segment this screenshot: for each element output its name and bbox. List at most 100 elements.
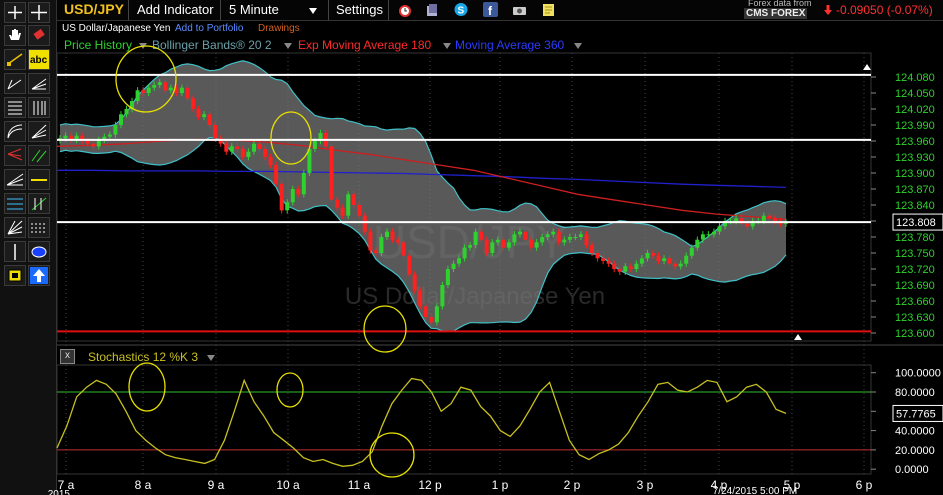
candle-body — [440, 285, 445, 307]
y-tick-label: 123.930 — [895, 152, 935, 164]
candle-body — [340, 207, 345, 216]
candle-body — [362, 215, 367, 232]
candle-body — [490, 242, 495, 253]
candle-body — [712, 231, 716, 235]
candle-body — [146, 87, 151, 93]
candle-body — [578, 234, 583, 237]
candle-body — [207, 114, 212, 125]
candle-body — [91, 143, 96, 147]
y-tick-label: 123.840 — [895, 200, 935, 212]
candle-body — [484, 239, 489, 253]
candle-body — [379, 237, 384, 253]
candle-body — [229, 146, 234, 152]
x-tick-label: 11 a — [348, 478, 371, 492]
stochastic-tick-label: 0.0000 — [895, 464, 929, 476]
candle-body — [556, 231, 561, 243]
x-tick-label: 3 p — [637, 478, 654, 492]
candle-body — [617, 269, 622, 272]
candle-body — [252, 143, 256, 152]
y-tick-label: 123.960 — [895, 136, 935, 148]
candle-body — [396, 239, 401, 243]
candle-body — [290, 189, 295, 203]
x-tick-label: 6 p — [856, 478, 873, 492]
candle-body — [191, 98, 195, 109]
candle-body — [185, 87, 190, 99]
candle-body — [540, 237, 545, 243]
candle-body — [240, 149, 245, 157]
price-chart[interactable]: 7 a8 a9 a 10 a 11 a 12 p1 p2 p3 p4 p5 p6 p2… — [0, 0, 943, 495]
x-tick-label: 8 a — [135, 478, 152, 492]
candle-body — [479, 231, 484, 240]
candle-body — [263, 149, 268, 157]
candle-body — [368, 231, 373, 251]
candle-body — [772, 218, 777, 221]
y-tick-label: 123.690 — [895, 280, 935, 292]
candle-body — [445, 269, 450, 285]
candle-body — [274, 165, 279, 184]
stochastic-tick-label: 100.0000 — [895, 368, 941, 380]
y-tick-label: 123.750 — [895, 248, 935, 260]
x-tick-label: 9 a — [208, 478, 225, 492]
candle-body — [423, 306, 428, 317]
candle-body — [418, 290, 423, 307]
candle-body — [285, 202, 290, 211]
candle-body — [645, 253, 650, 259]
candle-body — [523, 231, 528, 240]
candle-body — [689, 247, 694, 256]
year-label: 2015 — [48, 489, 71, 495]
candle-body — [224, 143, 229, 152]
y-tick-label: 123.720 — [895, 264, 935, 276]
candle-body — [268, 157, 273, 165]
candle-body — [213, 125, 218, 139]
candle-body — [390, 231, 395, 240]
y-tick-label: 123.600 — [895, 328, 935, 340]
candle-body — [584, 234, 589, 245]
candle-body — [168, 87, 173, 91]
candle-body — [279, 183, 284, 211]
candle-body — [246, 151, 251, 157]
x-tick-label: 10 a — [276, 478, 300, 492]
candle-body — [235, 146, 240, 149]
y-tick-label: 124.050 — [895, 88, 935, 100]
candle-body — [573, 237, 578, 238]
last-price-label: 123.808 — [896, 217, 936, 229]
candle-body — [706, 234, 711, 236]
y-tick-label: 123.990 — [895, 120, 935, 132]
chevron-down-icon[interactable] — [207, 355, 215, 361]
stochastic-tick-label: 20.0000 — [895, 445, 935, 457]
candle-body — [606, 261, 611, 264]
candle-body — [202, 114, 207, 117]
candle-body — [119, 114, 123, 125]
candle-body — [662, 258, 667, 261]
candle-body — [63, 135, 68, 139]
candle-body — [196, 109, 201, 117]
candle-body — [296, 189, 301, 195]
candle-body — [717, 226, 722, 232]
candle-body — [135, 90, 140, 101]
candle-body — [124, 109, 129, 115]
candle-body — [357, 205, 362, 216]
stochastics-label[interactable]: Stochastics 12 %K 3 — [88, 350, 198, 364]
timestamp-label: 7/24/2015 5:00 PM — [713, 486, 798, 495]
candle-body — [673, 263, 678, 267]
candle-body — [512, 234, 517, 243]
candle-body — [179, 87, 184, 93]
candle-body — [412, 274, 417, 291]
last-stochastic-label: 57.7765 — [896, 408, 936, 420]
candle-body — [473, 231, 478, 245]
candle-body — [329, 146, 334, 200]
candle-body — [385, 231, 389, 237]
y-tick-label: 123.660 — [895, 296, 935, 308]
candle-body — [462, 247, 467, 259]
candle-body — [628, 266, 633, 269]
y-tick-label: 124.020 — [895, 104, 935, 116]
y-tick-label: 123.780 — [895, 232, 935, 244]
y-tick-label: 124.080 — [895, 72, 935, 84]
x-tick-label: 12 p — [418, 478, 442, 492]
candle-body — [257, 143, 262, 149]
candle-body — [163, 82, 168, 91]
candle-body — [301, 173, 306, 195]
candle-body — [678, 263, 683, 267]
candle-body — [529, 239, 534, 248]
close-indicator-button[interactable]: x — [60, 349, 75, 364]
